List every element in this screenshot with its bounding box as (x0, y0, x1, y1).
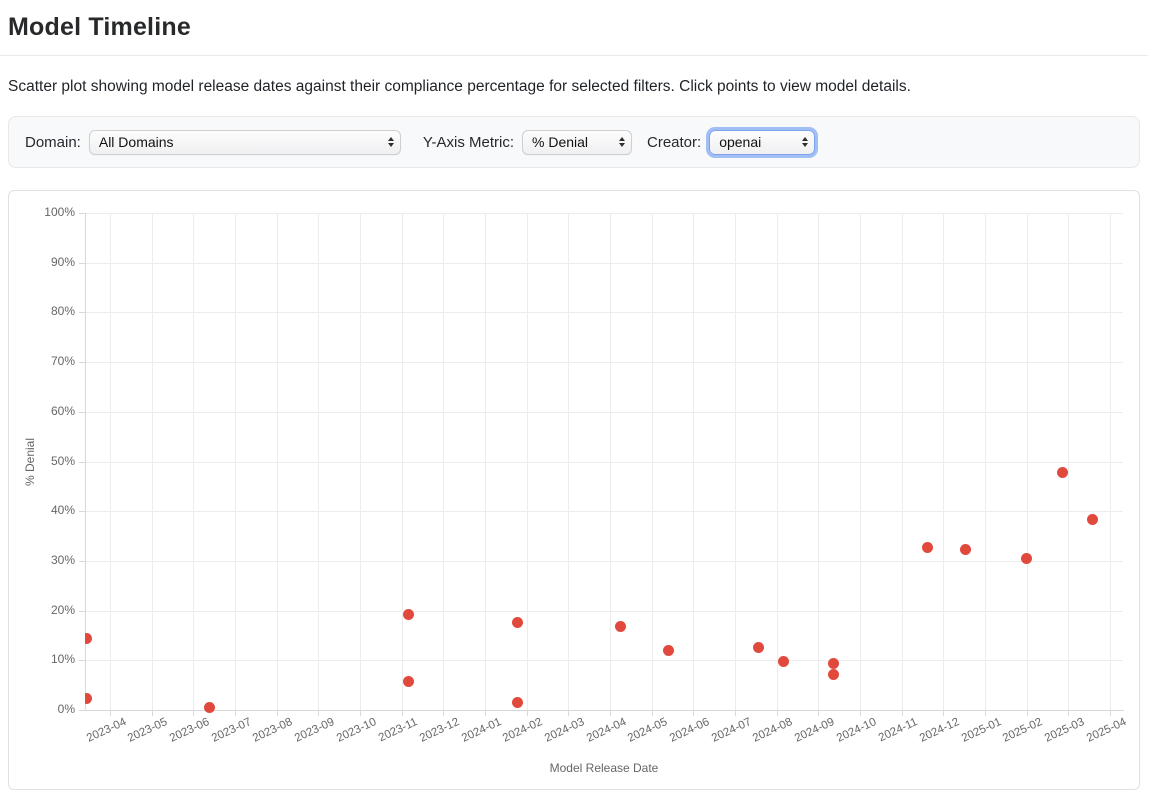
scatter-point[interactable] (204, 702, 215, 713)
y-tick-label: 80% (51, 304, 75, 318)
y-tick-label: 60% (51, 404, 75, 418)
scatter-point[interactable] (512, 617, 523, 628)
metric-select-value: % Denial (532, 134, 588, 150)
select-arrows-icon (802, 137, 808, 147)
scatter-point[interactable] (922, 542, 933, 553)
scatter-point[interactable] (85, 693, 92, 704)
scatter-point[interactable] (512, 697, 523, 708)
domain-select-value: All Domains (99, 134, 174, 150)
y-axis-title: % Denial (23, 438, 37, 486)
scatter-point[interactable] (828, 658, 839, 669)
scatter-point[interactable] (1087, 514, 1098, 525)
scatter-point[interactable] (753, 642, 764, 653)
scatter-point[interactable] (1057, 467, 1068, 478)
domain-label: Domain: (25, 134, 81, 151)
y-tick-label: 90% (51, 255, 75, 269)
scatter-chart: 0%10%20%30%40%50%60%70%80%90%100%2023-04… (8, 190, 1140, 790)
y-tick-label: 50% (51, 454, 75, 468)
title-divider (0, 55, 1148, 56)
y-tick-label: 100% (44, 205, 75, 219)
creator-select[interactable]: openai (709, 130, 815, 155)
creator-select-value: openai (719, 134, 761, 150)
points-layer (85, 191, 1123, 731)
select-arrows-icon (388, 137, 394, 147)
x-axis-title: Model Release Date (550, 761, 659, 775)
y-tick-label: 20% (51, 603, 75, 617)
domain-select[interactable]: All Domains (89, 130, 401, 155)
metric-select[interactable]: % Denial (522, 130, 632, 155)
scatter-point[interactable] (1021, 553, 1032, 564)
filter-bar: Domain: All Domains Y-Axis Metric: % Den… (8, 116, 1140, 168)
creator-label: Creator: (647, 134, 701, 151)
metric-label: Y-Axis Metric: (423, 134, 514, 151)
page: Model Timeline Scatter plot showing mode… (0, 0, 1157, 800)
scatter-point[interactable] (615, 621, 626, 632)
scatter-point[interactable] (85, 633, 92, 644)
scatter-point[interactable] (960, 544, 971, 555)
y-tick-label: 40% (51, 503, 75, 517)
scatter-point[interactable] (828, 669, 839, 680)
y-tick-label: 0% (58, 702, 75, 716)
y-tick-label: 10% (51, 652, 75, 666)
page-description: Scatter plot showing model release dates… (8, 78, 1108, 96)
scatter-point[interactable] (778, 656, 789, 667)
select-arrows-icon (619, 137, 625, 147)
scatter-point[interactable] (403, 609, 414, 620)
page-title: Model Timeline (8, 13, 191, 42)
scatter-point[interactable] (403, 676, 414, 687)
y-tick-label: 70% (51, 354, 75, 368)
scatter-point[interactable] (663, 645, 674, 656)
y-tick-label: 30% (51, 553, 75, 567)
